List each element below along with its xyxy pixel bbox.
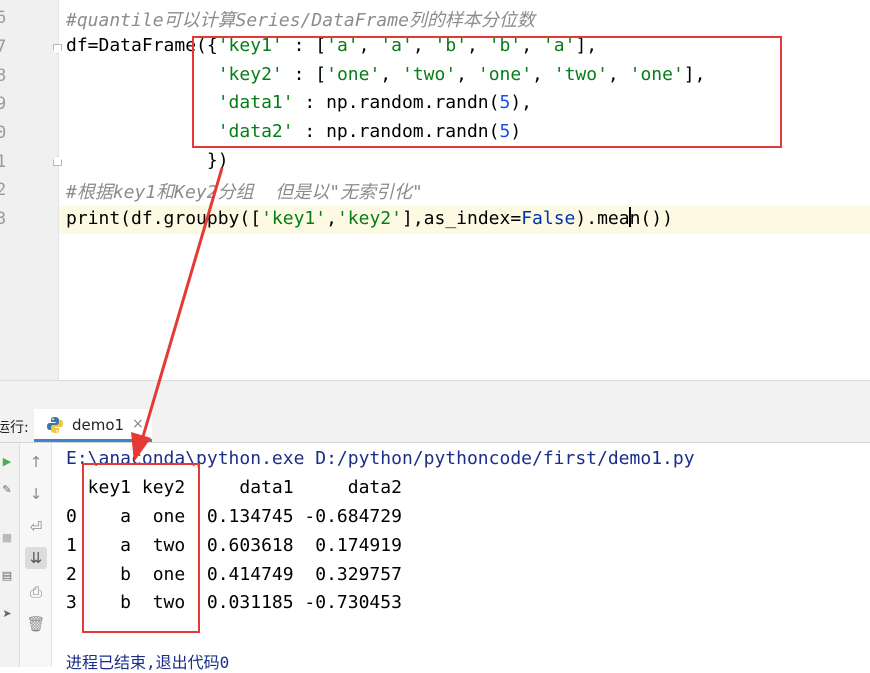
stop-icon[interactable]: ■ bbox=[0, 531, 14, 545]
line-number: 1 bbox=[0, 152, 7, 172]
code-token: , bbox=[326, 208, 337, 229]
annotation-box-dataframe bbox=[192, 36, 782, 148]
run-side-toolbar: ▶ ✎ ■ ▤ ➤ bbox=[0, 443, 20, 667]
pin-icon[interactable]: ➤ bbox=[0, 607, 14, 621]
code-line: print(df.groupby(['key1','key2'],as_inde… bbox=[66, 207, 673, 229]
layout-icon[interactable]: ▤ bbox=[0, 569, 14, 583]
code-token: False bbox=[521, 208, 576, 229]
soft-wrap-icon[interactable]: ⏎ bbox=[25, 516, 47, 538]
tab-label: demo1 bbox=[72, 416, 125, 434]
run-label: 运行: bbox=[0, 420, 29, 436]
line-number: 3 bbox=[0, 209, 7, 229]
code-line: #quantile可以计算Series/DataFrame列的样本分位数 bbox=[66, 6, 535, 32]
code-token: n()) bbox=[629, 208, 673, 229]
code-token: print(df.groupby([ bbox=[66, 208, 262, 229]
scroll-to-end-icon[interactable]: ⇊ bbox=[25, 547, 47, 569]
code-token: 'key2' bbox=[336, 208, 402, 229]
code-token: #quantile可以计算Series/DataFrame列的样本分位数 bbox=[66, 10, 535, 31]
panel-splitter[interactable] bbox=[0, 380, 870, 409]
annotation-box-keys bbox=[82, 463, 200, 633]
code-token: ).mea bbox=[575, 208, 630, 229]
print-icon[interactable]: ⎙ bbox=[25, 581, 47, 603]
python-icon bbox=[47, 417, 63, 433]
arrow-up-icon[interactable]: ↑ bbox=[25, 451, 47, 473]
code-token: ],as_index= bbox=[401, 208, 522, 229]
wrench-icon[interactable]: ✎ bbox=[0, 483, 14, 497]
code-line: }) bbox=[66, 150, 229, 171]
line-number: 9 bbox=[0, 94, 7, 114]
run-toolwindow-header: 运行: demo1 × bbox=[0, 409, 870, 443]
line-number: 0 bbox=[0, 123, 7, 143]
line-number: 2 bbox=[0, 180, 7, 200]
line-number: 6 bbox=[0, 8, 7, 28]
code-token: 'key1' bbox=[261, 208, 327, 229]
rerun-icon[interactable]: ▶ bbox=[0, 455, 14, 469]
trash-icon[interactable]: 🗑 bbox=[25, 613, 47, 635]
console-toolbar: ↑ ↓ ⏎ ⇊ ⎙ 🗑 bbox=[20, 443, 52, 667]
tab-demo1[interactable]: demo1 × bbox=[34, 409, 152, 442]
code-line: #根据key1和Key2分组 但是以"无索引化" bbox=[66, 178, 423, 204]
gutter-separator bbox=[58, 0, 59, 380]
close-icon[interactable]: × bbox=[132, 416, 144, 432]
code-token: #根据key1和Key2分组 但是以"无索引化" bbox=[66, 182, 423, 203]
code-token: }) bbox=[66, 150, 229, 171]
console-exit-message: 进程已结束,退出代码0 bbox=[66, 653, 230, 672]
arrow-down-icon[interactable]: ↓ bbox=[25, 483, 47, 505]
line-number: 7 bbox=[0, 37, 7, 57]
line-number: 8 bbox=[0, 66, 7, 86]
